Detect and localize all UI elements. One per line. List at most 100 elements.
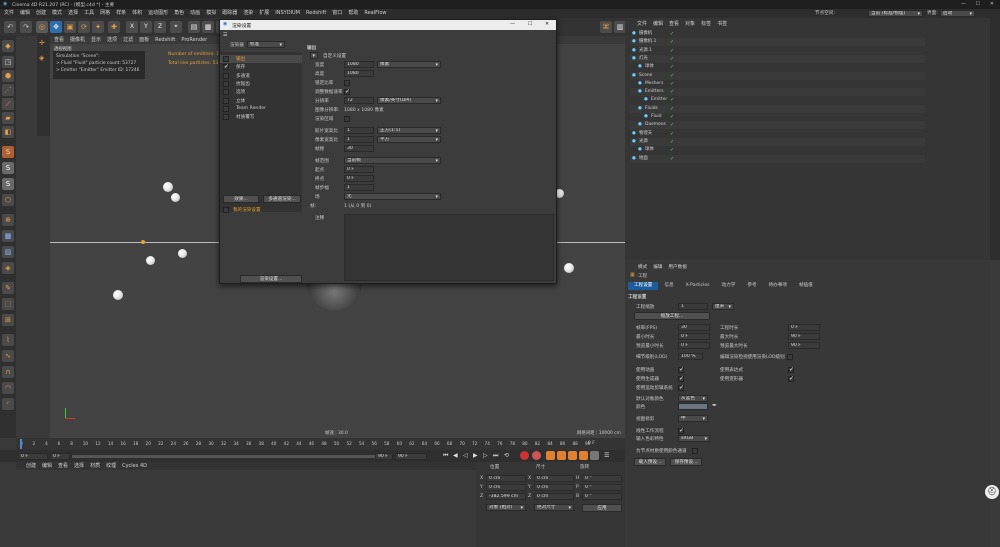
rot-h-field[interactable]: 0 °: [582, 475, 622, 482]
undo-icon[interactable]: ↶: [4, 21, 16, 33]
eyedropper-icon[interactable]: ✒: [712, 402, 717, 409]
my-settings-checkbox[interactable]: [223, 207, 229, 213]
height-field[interactable]: 1080: [344, 70, 374, 77]
size-x-field[interactable]: 0 cm: [534, 475, 574, 482]
settings-nav-checkbox[interactable]: [223, 89, 229, 96]
view-clip-dropdown[interactable]: 中: [678, 415, 708, 422]
rotate-icon[interactable]: ⟳: [78, 21, 90, 33]
render-region-checkbox[interactable]: [344, 116, 350, 122]
brush-icon[interactable]: ✎: [2, 282, 14, 294]
attr-checkbox[interactable]: [678, 384, 684, 391]
viewport-menu-item[interactable]: 面板: [139, 36, 149, 44]
attribute-tab[interactable]: 帧插值: [793, 282, 819, 290]
prev-key-icon[interactable]: ◀: [453, 452, 458, 459]
default-color-dropdown[interactable]: 灰蓝色: [678, 395, 708, 402]
pos-x-field[interactable]: 0 cm: [486, 475, 526, 482]
visibility-check-icon[interactable]: ✓: [670, 55, 674, 63]
settings-nav-item[interactable]: 输出: [220, 55, 302, 63]
polygons-mode-icon[interactable]: ▰: [2, 112, 14, 124]
points-mode-icon[interactable]: ⋰: [2, 84, 14, 96]
input-color-dropdown[interactable]: sRGB: [678, 435, 710, 442]
max-frame-field[interactable]: 90 F: [375, 453, 393, 460]
attr-checkbox[interactable]: [788, 366, 794, 373]
object-row[interactable]: ● 球体 ✓: [630, 63, 925, 71]
dialog-maximize-button[interactable]: ☐: [528, 21, 532, 27]
menu-item[interactable]: 模拟: [206, 9, 216, 18]
selection-filter-icon[interactable]: ⬚: [2, 298, 14, 310]
settings-nav-item[interactable]: Team Render: [220, 105, 302, 113]
settings-nav-checkbox[interactable]: [223, 72, 229, 79]
x-axis-icon[interactable]: X: [126, 21, 138, 33]
frame-step-field[interactable]: 1: [344, 184, 374, 191]
snap-toggle-icon[interactable]: S: [2, 162, 14, 174]
minimize-button[interactable]: —: [961, 1, 966, 7]
object-row[interactable]: ● Daemons ✓: [630, 121, 925, 130]
spline-pen-icon[interactable]: ⌇: [2, 334, 14, 346]
film-aspect-dropdown[interactable]: 正方(1:1): [377, 127, 441, 134]
recent-tools-icon[interactable]: ✦: [92, 21, 104, 33]
viewport-menu-item[interactable]: ProRender: [181, 36, 207, 44]
menu-item[interactable]: 渲染: [243, 9, 253, 18]
dialog-menu-icon[interactable]: ☰: [223, 32, 227, 38]
lod-field[interactable]: 100 %: [678, 353, 703, 360]
object-row[interactable]: ● Meshers ✓: [630, 80, 925, 88]
scale-icon[interactable]: ▣: [64, 21, 76, 33]
menu-item[interactable]: 角色: [174, 9, 184, 18]
lod-checkbox[interactable]: [787, 354, 793, 360]
layout-dropdown[interactable]: 启动: [940, 10, 975, 17]
texture-mode-icon[interactable]: ⬢: [2, 70, 14, 82]
settings-nav-checkbox[interactable]: [223, 56, 229, 62]
dialog-minimize-button[interactable]: —: [510, 21, 515, 27]
grid-snap-icon[interactable]: ▩: [2, 230, 14, 242]
visibility-check-icon[interactable]: ✓: [670, 30, 674, 38]
key-param-icon[interactable]: [579, 451, 588, 460]
fluid-mesh[interactable]: [307, 282, 362, 310]
object-row[interactable]: ● Scene ✓: [630, 71, 925, 80]
key-rotation-icon[interactable]: [568, 451, 577, 460]
viewport-menu-item[interactable]: 过滤: [123, 36, 133, 44]
timeline-ruler[interactable]: 0246810121416182022242628303234363840424…: [16, 438, 625, 450]
visibility-check-icon[interactable]: ✓: [670, 96, 674, 104]
attr-left-field[interactable]: 0 F: [678, 342, 710, 349]
enable-axis-icon[interactable]: S: [2, 146, 14, 158]
material-menu-item[interactable]: Cycles 4D: [122, 462, 147, 470]
settings-nav-item[interactable]: 材质覆写: [220, 113, 302, 121]
key-pla-icon[interactable]: [590, 451, 599, 460]
object-menu-item[interactable]: 文件: [637, 20, 647, 28]
menu-item[interactable]: 帮助: [348, 9, 358, 18]
width-field[interactable]: 1080: [344, 61, 374, 68]
settings-nav-checkbox[interactable]: [223, 97, 229, 104]
redo-icon[interactable]: ↷: [20, 21, 32, 33]
spline-sketch-icon[interactable]: ∿: [2, 350, 14, 362]
object-row[interactable]: ● 光源 ✓: [630, 137, 925, 146]
material-menu-item[interactable]: 查看: [58, 462, 68, 470]
sphere[interactable]: [564, 263, 574, 273]
close-button[interactable]: ✕: [990, 1, 994, 7]
attr-checkbox[interactable]: [678, 375, 684, 382]
tweak-icon[interactable]: ◈: [2, 262, 14, 274]
visibility-check-icon[interactable]: ✓: [670, 113, 674, 121]
attr-checkbox[interactable]: [678, 366, 684, 373]
object-row[interactable]: ● 球体 ✓: [630, 146, 925, 154]
my-render-settings[interactable]: 我的渲染设置: [233, 207, 261, 213]
start-frame-field[interactable]: 0 F: [18, 453, 48, 460]
scale-project-button[interactable]: 缩放工程...: [634, 312, 710, 320]
width-unit-dropdown[interactable]: 像素: [377, 61, 441, 68]
attribute-tab[interactable]: 参考: [741, 282, 762, 290]
viewport-menu-item[interactable]: Redshift: [155, 36, 175, 44]
viewport-menu-item[interactable]: 摄像机: [70, 36, 85, 44]
pixel-aspect-field[interactable]: 1: [344, 136, 374, 143]
start-field[interactable]: 0 F: [344, 166, 374, 173]
y-axis-icon[interactable]: Y: [140, 21, 152, 33]
rot-b-field[interactable]: 0 °: [582, 493, 622, 500]
rot-p-field[interactable]: 0 °: [582, 484, 622, 491]
material-menu-item[interactable]: 选择: [74, 462, 84, 470]
settings-nav-item[interactable]: 立体: [220, 97, 302, 105]
model-mode-icon[interactable]: ◳: [2, 56, 14, 68]
play-icon[interactable]: ▶: [473, 452, 478, 459]
solo-icon[interactable]: ⊞: [2, 314, 14, 326]
loop-icon[interactable]: ⟲: [504, 452, 509, 459]
settings-nav-item[interactable]: 选项: [220, 88, 302, 96]
magnet-icon[interactable]: ∩: [2, 366, 14, 378]
axis-edit-icon[interactable]: ⊕: [2, 214, 14, 226]
